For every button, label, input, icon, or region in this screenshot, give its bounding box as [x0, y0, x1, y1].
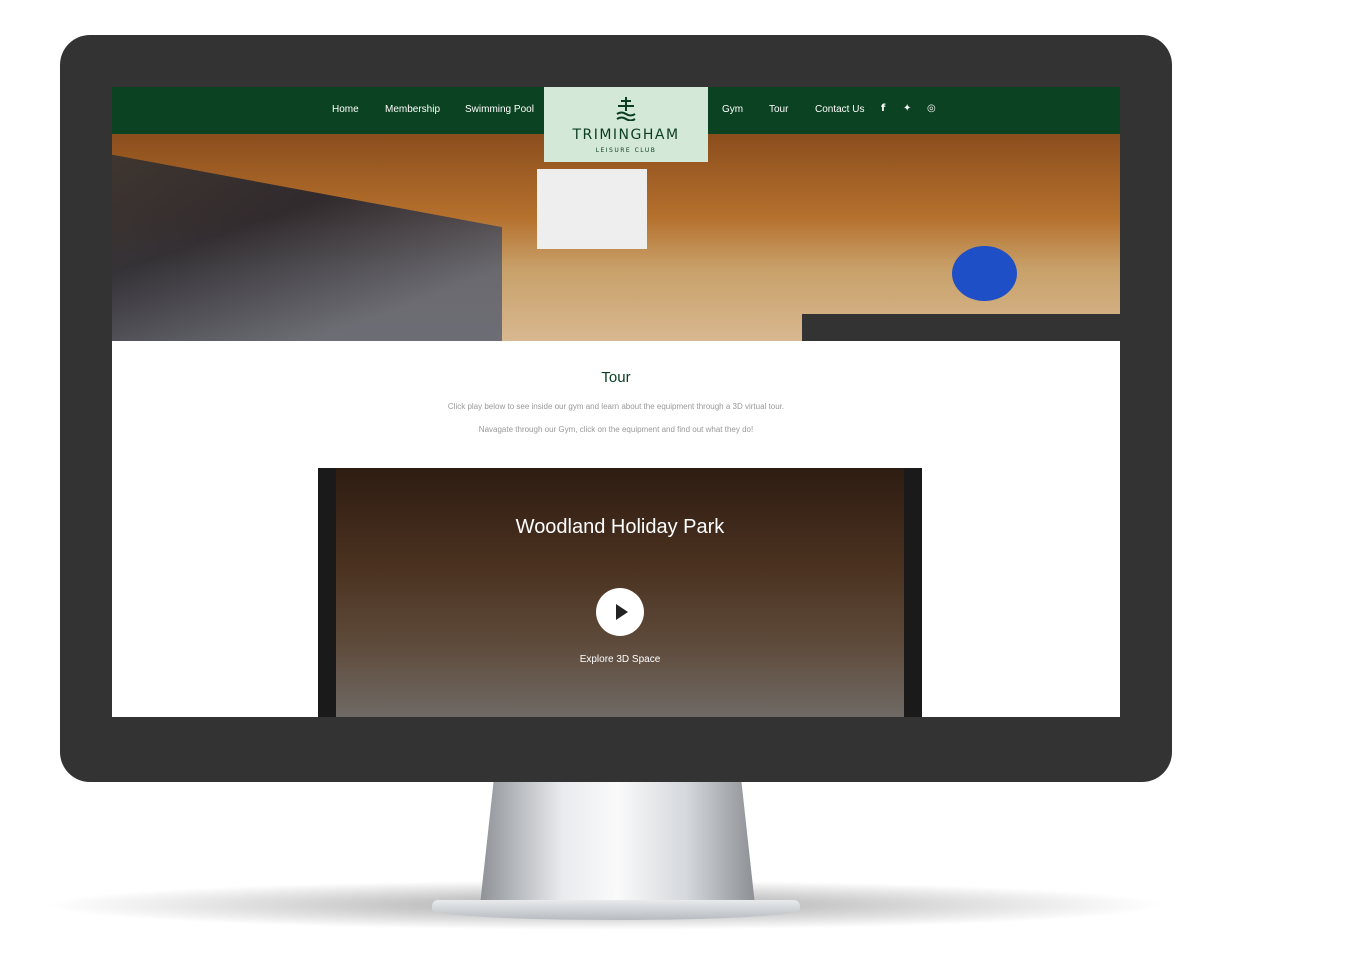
monitor-stand: [480, 780, 755, 905]
virtual-tour-embed[interactable]: Woodland Holiday Park Explore 3D Space: [318, 468, 922, 717]
nav-tour[interactable]: Tour: [769, 104, 788, 115]
facebook-icon[interactable]: f: [881, 103, 885, 114]
page-title: Tour: [601, 369, 631, 386]
logo-title: TRIMINGHAM: [572, 127, 680, 143]
monitor-base: [432, 900, 800, 920]
twitter-icon[interactable]: ✦: [903, 103, 911, 114]
logo[interactable]: TRIMINGHAM LEISURE CLUB: [544, 87, 708, 162]
anchor-wave-icon: [616, 97, 636, 121]
intro-text-2: Navagate through our Gym, click on the e…: [478, 425, 754, 434]
intro-text: Click play below to see inside our gym a…: [447, 402, 785, 411]
instagram-icon[interactable]: ◎: [927, 103, 936, 114]
nav-membership[interactable]: Membership: [385, 104, 440, 115]
tour-title: Woodland Holiday Park: [515, 516, 725, 538]
nav-home[interactable]: Home: [332, 104, 359, 115]
website-screen: Home Membership Swimming Pool Gym Tour C…: [112, 87, 1120, 717]
play-button[interactable]: [596, 588, 644, 636]
logo-subtitle: LEISURE CLUB: [595, 147, 657, 154]
explore-3d-space-link[interactable]: Explore 3D Space: [318, 654, 922, 665]
nav-contact-us[interactable]: Contact Us: [815, 104, 864, 115]
nav-swimming-pool[interactable]: Swimming Pool: [465, 104, 534, 115]
hero-gym-image: [112, 134, 1120, 341]
nav-gym[interactable]: Gym: [722, 104, 743, 115]
